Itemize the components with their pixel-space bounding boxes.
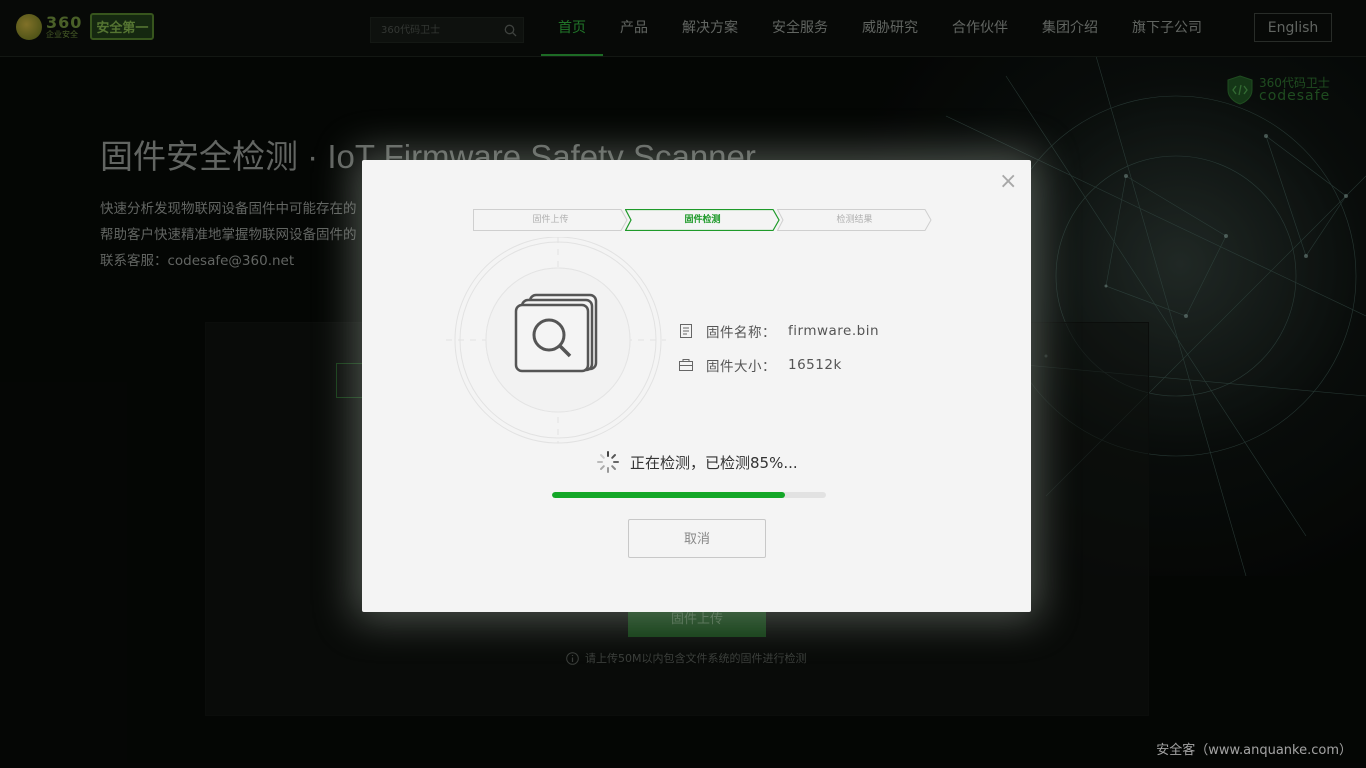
progress-bar [552,492,826,498]
scan-status: 正在检测，已检测85%... [596,450,798,474]
step-label: 固件检测 [684,215,721,225]
step-scan: 固件检测 [625,209,780,231]
progress-steps: 固件上传 固件检测 检测结果 [473,209,933,231]
size-icon [678,357,694,373]
file-size-label: 固件大小： [706,359,776,375]
scan-radar-graphic [446,236,666,447]
file-size-row: 固件大小： 16512k [678,348,879,382]
progress-fill [552,492,785,498]
close-button[interactable]: × [999,169,1018,194]
file-name-row: 固件名称： firmware.bin [678,314,879,348]
step-label: 检测结果 [836,215,873,225]
firmware-scan-modal: × 固件上传 固件检测 检测结果 固件名称： firmware.bin 固件大小… [362,160,1031,612]
loading-spinner-icon [597,451,619,473]
file-icon [678,323,694,339]
close-icon: × [999,169,1018,194]
file-info: 固件名称： firmware.bin 固件大小： 16512k [678,314,879,382]
file-name-value: firmware.bin [788,323,880,339]
file-name-label: 固件名称： [706,325,776,341]
file-size-value: 16512k [788,357,842,373]
step-result: 检测结果 [777,209,932,231]
step-label: 固件上传 [532,215,569,225]
folder-search-icon [514,293,598,373]
step-upload: 固件上传 [473,209,628,231]
status-text: 正在检测，已检测85%... [630,453,798,472]
cancel-button[interactable]: 取消 [628,519,766,558]
